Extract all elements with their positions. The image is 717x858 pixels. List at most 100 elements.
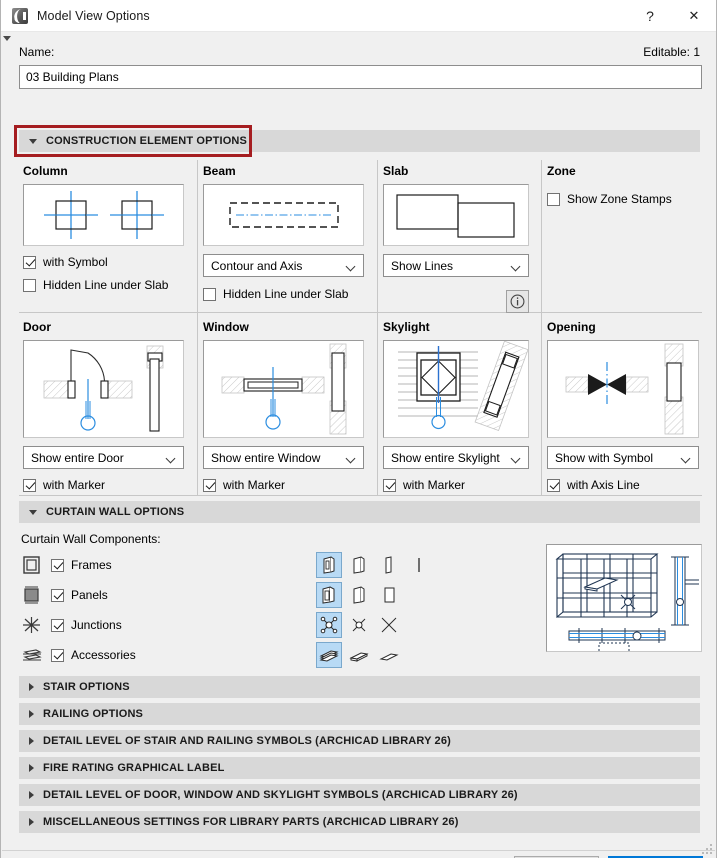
- door-plan-preview: [23, 340, 184, 438]
- section-header-curtain-wall-options[interactable]: CURTAIN WALL OPTIONS: [19, 501, 700, 523]
- curtain-wall-row-panels: Panels: [21, 582, 108, 608]
- window-display-dropdown[interactable]: Show entire Window: [203, 446, 364, 469]
- help-button[interactable]: ?: [628, 0, 672, 32]
- section-header-label: DETAIL LEVEL OF DOOR, WINDOW AND SKYLIGH…: [43, 789, 518, 801]
- cell-slab: Slab Show Lines: [383, 164, 538, 313]
- beam-display-dropdown[interactable]: Contour and Axis: [203, 254, 364, 277]
- close-icon[interactable]: ✕: [672, 0, 716, 32]
- cell-opening: Opening Show with Symbol with Axis Line: [547, 320, 702, 492]
- column-symbol-svg: [44, 191, 164, 239]
- checkbox-skylight-with-marker[interactable]: with Marker: [383, 478, 538, 492]
- chevron-down-icon: [29, 509, 37, 515]
- name-row: Name: Editable: 1: [19, 45, 700, 59]
- chevron-down-icon: [29, 138, 37, 144]
- checkbox-door-with-marker[interactable]: with Marker: [23, 478, 193, 492]
- junction-detailed-icon[interactable]: [316, 612, 342, 638]
- accessory-detailed-icon[interactable]: [316, 642, 342, 668]
- dropdown-value: Show entire Door: [31, 450, 124, 465]
- frame-3d-simple-icon[interactable]: [346, 552, 372, 578]
- name-input[interactable]: [19, 65, 702, 89]
- accessory-flat-icon[interactable]: [376, 642, 402, 668]
- checkbox-label: with Axis Line: [567, 478, 640, 492]
- frame-detail-options: [316, 552, 432, 578]
- section-header-construction-element-options[interactable]: CONSTRUCTION ELEMENT OPTIONS: [19, 130, 700, 152]
- construction-element-grid: Column with Symbol Hidden Line under Sla…: [19, 160, 702, 498]
- grid-divider: [197, 160, 198, 312]
- checkbox-junctions[interactable]: Junctions: [51, 618, 122, 632]
- section-header-stair-options[interactable]: STAIR OPTIONS: [19, 676, 700, 698]
- cell-title: Window: [203, 320, 249, 334]
- checkbox-frames[interactable]: Frames: [51, 558, 112, 572]
- checkbox-label: with Marker: [223, 478, 286, 492]
- chevron-right-icon: [29, 737, 34, 745]
- section-header-detail-level-stair-railing[interactable]: DETAIL LEVEL OF STAIR AND RAILING SYMBOL…: [19, 730, 700, 752]
- checkbox-box-icon: [51, 618, 64, 632]
- checkbox-label: Frames: [71, 558, 112, 572]
- door-display-dropdown[interactable]: Show entire Door: [23, 446, 184, 469]
- checkbox-box-icon: [51, 648, 64, 662]
- checkbox-panels[interactable]: Panels: [51, 588, 108, 602]
- frame-flat-icon[interactable]: [376, 552, 402, 578]
- checkbox-column-hidden-line-under-slab[interactable]: Hidden Line under Slab: [23, 278, 193, 292]
- cell-title: Door: [23, 320, 51, 334]
- window-controls: ? ✕: [628, 0, 716, 32]
- section-header-detail-level-door-window-skylight[interactable]: DETAIL LEVEL OF DOOR, WINDOW AND SKYLIGH…: [19, 784, 700, 806]
- dropdown-value: Show entire Skylight: [391, 450, 500, 465]
- archicad-icon: [12, 7, 28, 24]
- checkbox-label: with Marker: [403, 478, 466, 492]
- skylight-display-dropdown[interactable]: Show entire Skylight: [383, 446, 529, 469]
- model-view-options-dialog: Model View Options ? ✕ Name: Editable: 1…: [0, 0, 717, 858]
- checkbox-box-icon: [203, 478, 216, 492]
- resize-grip[interactable]: [702, 844, 713, 855]
- beam-contour-axis-preview: [203, 184, 364, 246]
- checkbox-label: Show Zone Stamps: [567, 192, 672, 206]
- edge-caret-icon: [3, 36, 11, 41]
- panel-3d-detailed-icon[interactable]: [316, 582, 342, 608]
- window-plan-preview: [203, 340, 364, 438]
- opening-display-dropdown[interactable]: Show with Symbol: [547, 446, 699, 469]
- junction-cross-icon[interactable]: [376, 612, 402, 638]
- chevron-down-icon: [345, 261, 356, 272]
- cell-title: Slab: [383, 164, 409, 178]
- checkbox-window-with-marker[interactable]: with Marker: [203, 478, 371, 492]
- title-bar[interactable]: Model View Options ? ✕: [1, 0, 716, 32]
- frame-glyph-icon: [21, 555, 43, 575]
- checkbox-accessories[interactable]: Accessories: [51, 648, 136, 662]
- checkbox-box-icon: [203, 287, 216, 301]
- cell-title: Skylight: [383, 320, 430, 334]
- cell-title: Opening: [547, 320, 596, 334]
- grid-divider: [541, 160, 542, 312]
- accessory-simple-icon[interactable]: [346, 642, 372, 668]
- checkbox-box-icon: [23, 278, 36, 292]
- section-header-railing-options[interactable]: RAILING OPTIONS: [19, 703, 700, 725]
- info-icon[interactable]: [506, 290, 529, 313]
- curtain-wall-preview: [546, 544, 702, 654]
- checkbox-opening-with-axis-line[interactable]: with Axis Line: [547, 478, 702, 492]
- beam-symbol-svg: [229, 202, 339, 228]
- dropdown-value: Show Lines: [391, 258, 454, 273]
- skylight-symbol-svg: [398, 341, 528, 432]
- cell-door: Door Show entire Door with Marker: [23, 320, 193, 492]
- slab-display-dropdown[interactable]: Show Lines: [383, 254, 529, 277]
- grid-divider: [197, 313, 198, 495]
- section-header-label: STAIR OPTIONS: [43, 681, 130, 693]
- grid-divider: [19, 312, 702, 313]
- checkbox-with-symbol[interactable]: with Symbol: [23, 255, 193, 269]
- dropdown-value: Show with Symbol: [555, 450, 654, 465]
- frame-3d-detailed-icon[interactable]: [316, 552, 342, 578]
- door-symbol-svg: [43, 345, 164, 432]
- accessory-glyph-icon: [21, 645, 43, 665]
- junction-detail-options: [316, 612, 402, 638]
- panel-flat-icon[interactable]: [376, 582, 402, 608]
- cell-column: Column with Symbol Hidden Line under Sla…: [23, 164, 193, 292]
- dropdown-value: Contour and Axis: [211, 258, 303, 273]
- junction-simple-icon[interactable]: [346, 612, 372, 638]
- checkbox-beam-hidden-line-under-slab[interactable]: Hidden Line under Slab: [203, 287, 371, 301]
- section-header-fire-rating-graphical-label[interactable]: FIRE RATING GRAPHICAL LABEL: [19, 757, 700, 779]
- info-glyph: [510, 294, 525, 309]
- curtain-wall-row-accessories: Accessories: [21, 642, 136, 668]
- section-header-miscellaneous-settings-library-parts[interactable]: MISCELLANEOUS SETTINGS FOR LIBRARY PARTS…: [19, 811, 700, 833]
- checkbox-show-zone-stamps[interactable]: Show Zone Stamps: [547, 192, 699, 206]
- panel-3d-simple-icon[interactable]: [346, 582, 372, 608]
- frame-line-icon[interactable]: [406, 552, 432, 578]
